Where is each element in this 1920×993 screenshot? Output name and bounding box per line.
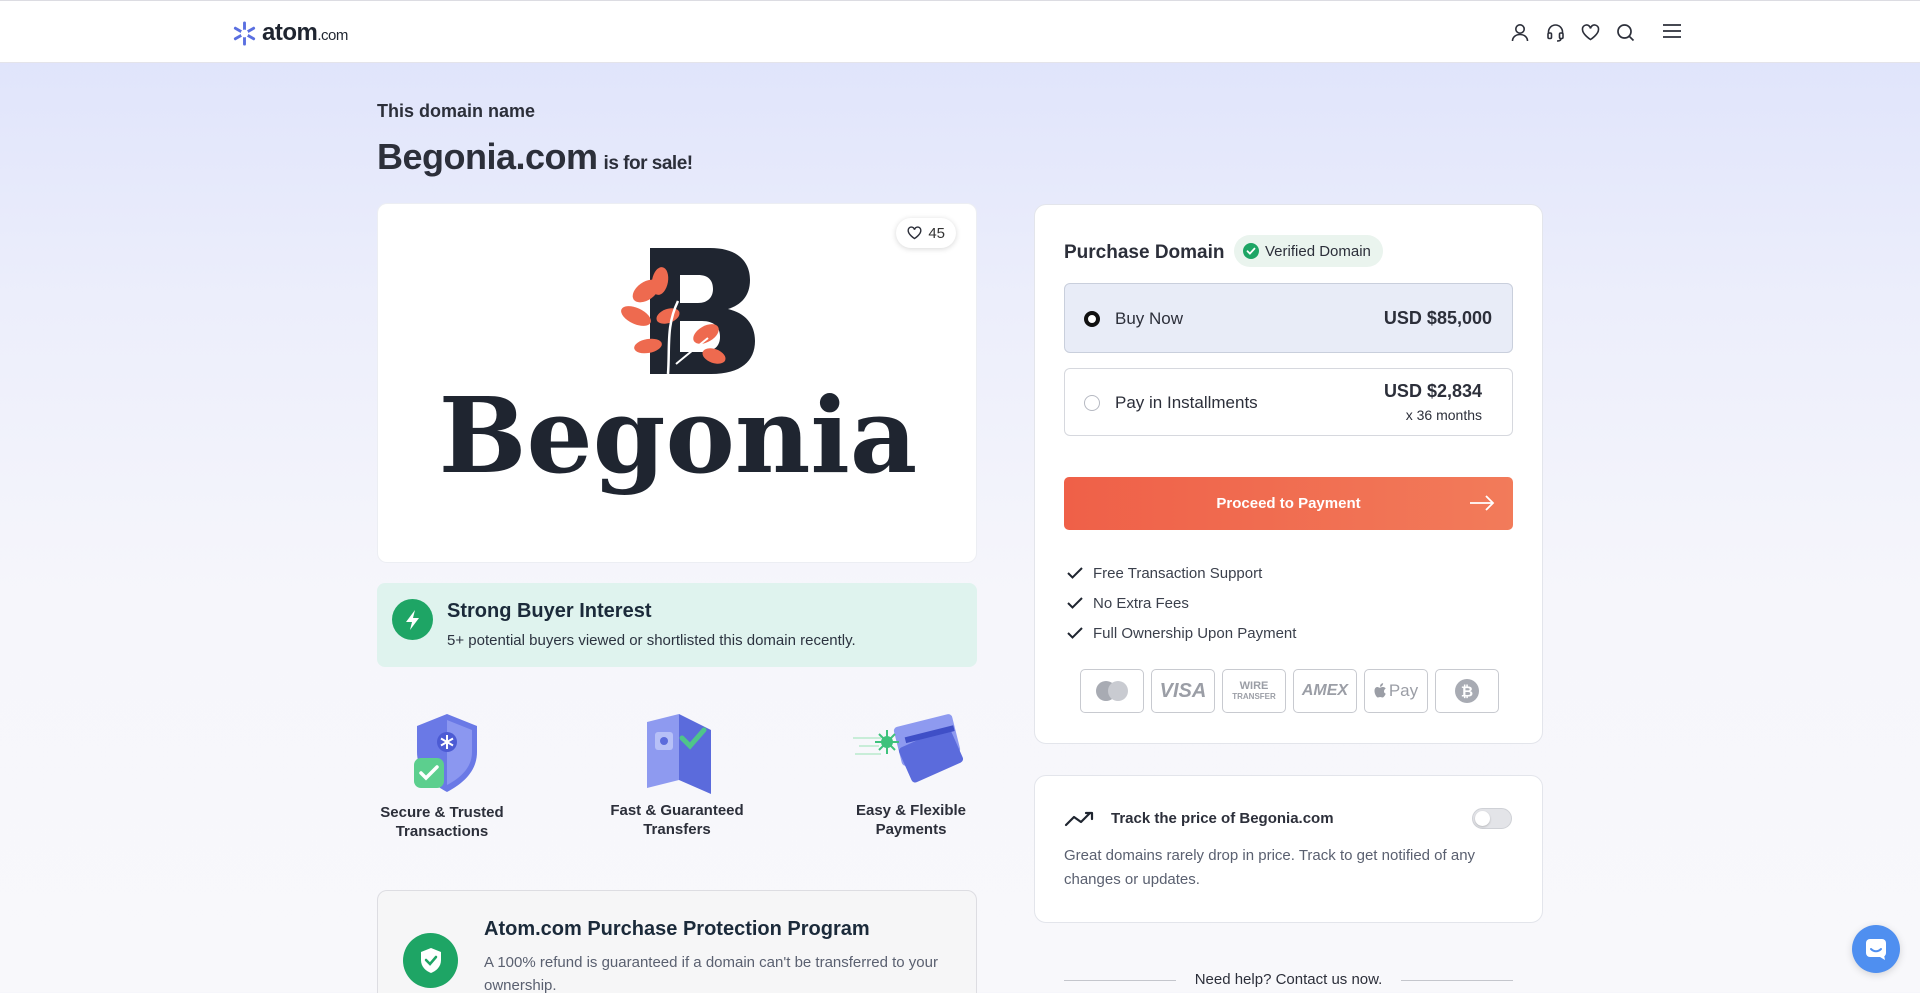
menu-icon[interactable]	[1662, 22, 1682, 42]
purchase-protection-card: Atom.com Purchase Protection Program A 1…	[377, 890, 977, 993]
purchase-card: Purchase Domain Verified Domain Buy Now …	[1034, 204, 1543, 744]
track-price-toggle[interactable]	[1472, 808, 1512, 829]
search-icon[interactable]	[1615, 21, 1635, 43]
page-title: Begonia.com is for sale!	[377, 136, 693, 178]
buy-now-option[interactable]: Buy Now USD $85,000	[1064, 283, 1513, 353]
atom-logo-icon	[233, 20, 256, 46]
verified-check-icon	[1243, 243, 1259, 259]
feature-flexible: Easy & Flexible Payments	[841, 710, 981, 839]
site-logo[interactable]: atom.com	[231, 19, 348, 47]
installments-option[interactable]: Pay in Installments USD $2,834 x 36 mont…	[1064, 368, 1513, 436]
track-text: Great domains rarely drop in price. Trac…	[1064, 847, 1476, 888]
feature-fast: Fast & Guaranteed Transfers	[607, 710, 747, 839]
feature-secure-line2: Transactions	[395, 823, 489, 840]
purchase-title: Purchase Domain	[1064, 242, 1225, 263]
interest-text: 5+ potential buyers viewed or shortliste…	[447, 632, 856, 649]
bitcoin-icon: ₿	[1435, 669, 1499, 713]
benefit-text: Full Ownership Upon Payment	[1093, 624, 1297, 642]
chat-icon	[1866, 939, 1886, 960]
protection-title: Atom.com Purchase Protection Program	[484, 918, 870, 940]
transfer-icon	[647, 714, 711, 794]
like-count: 45	[928, 224, 945, 242]
arrow-right-icon	[1470, 495, 1495, 511]
help-contact: Need help? Contact us now.	[1064, 970, 1513, 990]
payment-card-icon	[853, 714, 964, 783]
domain-logo-card: 45 Begonia	[377, 203, 977, 563]
benefit-item: No Extra Fees	[1067, 588, 1296, 618]
proceed-to-payment-button[interactable]: Proceed to Payment	[1064, 477, 1513, 530]
verified-badge: Verified Domain	[1234, 235, 1383, 267]
svg-text:₿: ₿	[1461, 683, 1473, 701]
shield-check-icon	[403, 933, 458, 988]
interest-title: Strong Buyer Interest	[447, 600, 652, 622]
installments-price: USD $2,834	[1383, 381, 1482, 401]
feature-secure-line1: Secure & Trusted	[380, 804, 504, 821]
feature-flexible-line1: Easy & Flexible	[855, 802, 967, 819]
checkmark-icon	[1067, 567, 1083, 579]
verified-label: Verified Domain	[1265, 242, 1371, 260]
payment-methods: VISA WIRE TRANSFER AMEX Pay ₿	[1080, 669, 1499, 713]
heart-icon[interactable]	[1580, 21, 1600, 43]
mastercard-icon	[1080, 669, 1144, 713]
feature-fast-line2: Transfers	[643, 821, 711, 838]
pre-title: This domain name	[377, 101, 536, 121]
begonia-logo-image: Begonia	[439, 248, 918, 497]
brand-wordmark: Begonia	[439, 374, 918, 497]
toggle-knob	[1475, 811, 1490, 826]
bolt-icon	[392, 599, 433, 640]
apple-pay-text: Pay	[1388, 681, 1419, 700]
buy-now-radio[interactable]	[1084, 311, 1100, 327]
benefit-text: Free Transaction Support	[1093, 564, 1263, 582]
buyer-interest-banner: Strong Buyer Interest 5+ potential buyer…	[377, 583, 977, 667]
for-sale-text: is for sale!	[603, 153, 694, 174]
wire-transfer-icon: WIRE TRANSFER	[1222, 669, 1286, 713]
visa-icon: VISA	[1151, 669, 1215, 713]
track-title: Track the price of Begonia.com	[1111, 810, 1334, 827]
benefit-item: Full Ownership Upon Payment	[1067, 618, 1296, 648]
buy-now-price: USD $85,000	[1383, 308, 1492, 328]
domain-name: Begonia.com	[377, 136, 598, 177]
installments-label: Pay in Installments	[1115, 393, 1258, 412]
top-nav: atom.com	[0, 0, 1920, 63]
proceed-label: Proceed to Payment	[1216, 495, 1361, 512]
benefit-text: No Extra Fees	[1093, 594, 1189, 612]
visa-text: VISA	[1159, 679, 1207, 702]
buy-now-label: Buy Now	[1115, 309, 1184, 328]
protection-text: A 100% refund is guaranteed if a domain …	[484, 954, 938, 993]
checkmark-icon	[1067, 627, 1083, 639]
installments-months: x 36 months	[1405, 407, 1482, 423]
wire-text-2: TRANSFER	[1232, 691, 1276, 701]
headset-icon[interactable]	[1545, 21, 1565, 43]
trend-icon	[1064, 811, 1094, 827]
chat-button[interactable]	[1852, 925, 1900, 973]
feature-fast-line1: Fast & Guaranteed	[610, 802, 744, 819]
feature-secure: Secure & Trusted Transactions	[372, 712, 512, 841]
logo-suffix: .com	[317, 27, 348, 44]
price-tracker-card: Track the price of Begonia.com Great dom…	[1034, 775, 1543, 923]
heart-icon	[907, 226, 922, 240]
benefits-list: Free Transaction Support No Extra Fees F…	[1067, 558, 1296, 648]
benefit-item: Free Transaction Support	[1067, 558, 1296, 588]
user-icon[interactable]	[1510, 21, 1530, 43]
wire-text-1: WIRE	[1239, 679, 1269, 692]
installments-radio[interactable]	[1084, 395, 1100, 411]
apple-pay-icon: Pay	[1364, 669, 1428, 713]
feature-flexible-line2: Payments	[875, 821, 947, 838]
logo-text: atom	[262, 19, 318, 46]
divider	[1401, 980, 1513, 981]
shield-icon	[414, 714, 477, 792]
checkmark-icon	[1067, 597, 1083, 609]
amex-icon: AMEX	[1293, 669, 1357, 713]
amex-text: AMEX	[1301, 682, 1349, 699]
